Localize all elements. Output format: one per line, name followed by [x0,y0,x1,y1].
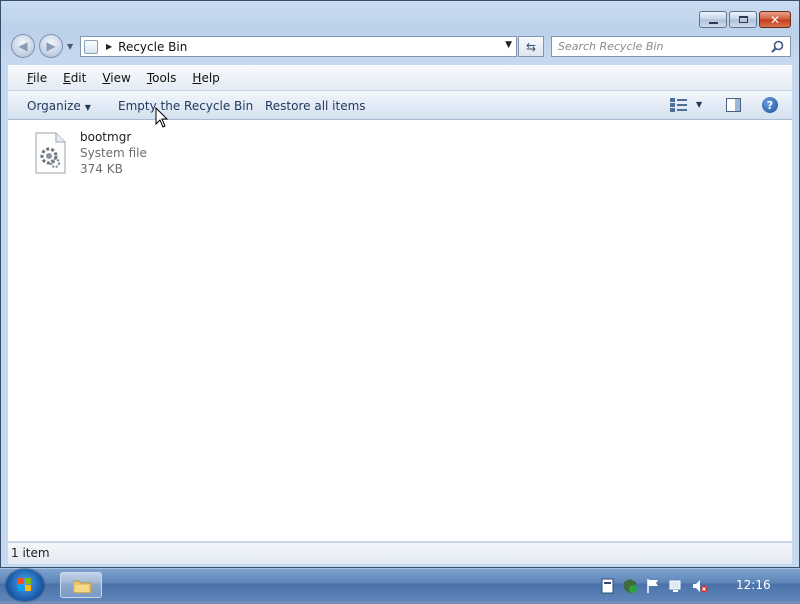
list-item[interactable]: bootmgr System file 374 KB [32,128,202,180]
menu-view[interactable]: View [102,71,130,85]
keyboard-language-icon[interactable] [600,578,616,594]
clock[interactable]: 12:16 [736,578,771,592]
forward-arrow-icon: ▶ [46,39,56,53]
search-box[interactable] [551,36,791,57]
menu-file[interactable]: File [27,71,47,85]
taskbar: 12:16 [0,568,800,601]
refresh-icon: ⇆ [525,39,537,54]
maximize-button[interactable] [729,11,757,28]
forward-button[interactable]: ▶ [39,34,63,58]
menu-help[interactable]: Help [192,71,219,85]
minimize-button[interactable] [699,11,727,28]
organize-button[interactable]: Organize ▼ [27,99,91,113]
system-tray: 12:16 [592,569,800,601]
maximize-icon [738,16,748,23]
network-icon[interactable] [668,578,684,594]
start-button[interactable] [6,569,44,601]
empty-recycle-bin-button[interactable]: Empty the Recycle Bin [118,99,253,113]
command-bar: Organize ▼ Empty the Recycle Bin Restore … [8,90,792,120]
address-dropdown-icon[interactable]: ▼ [505,40,512,50]
item-count: 1 item [11,546,50,560]
taskbar-explorer-button[interactable] [60,572,102,598]
refresh-button[interactable]: ⇆ [518,36,544,57]
minimize-icon [708,21,718,24]
help-icon: ? [766,98,774,112]
file-name: bootmgr [80,130,132,144]
security-shield-icon[interactable] [622,578,638,594]
back-button[interactable]: ◀ [11,34,35,58]
menu-edit[interactable]: Edit [63,71,86,85]
address-bar[interactable]: ▶ Recycle Bin ▼ [80,36,517,57]
help-button[interactable]: ? [762,97,778,113]
preview-pane-button[interactable] [726,98,741,112]
volume-muted-icon[interactable] [692,578,708,594]
navigation-bar: ◀ ▶ ▼ ▶ Recycle Bin ▼ ⇆ [1,34,799,60]
back-arrow-icon: ◀ [18,39,28,53]
recent-pages-dropdown[interactable]: ▼ [67,42,73,51]
menu-bar: File Edit View Tools Help [8,65,792,90]
status-bar: 1 item [8,542,792,564]
restore-all-items-button[interactable]: Restore all items [265,99,366,113]
search-icon[interactable] [771,40,784,53]
close-button[interactable]: ✕ [759,11,791,28]
file-list[interactable]: bootmgr System file 374 KB [8,120,792,541]
recycle-bin-icon [84,39,98,54]
chevron-down-icon: ▼ [84,103,91,112]
menu-tools[interactable]: Tools [147,71,177,85]
caption-buttons: ✕ [699,11,791,28]
windows-logo-icon [18,578,31,591]
file-size: 374 KB [80,162,123,176]
action-center-flag-icon[interactable] [645,578,661,594]
folder-icon [73,580,91,593]
explorer-window: ✕ ◀ ▶ ▼ ▶ Recycle Bin ▼ ⇆ File Edit View… [0,0,800,568]
search-input[interactable] [558,38,768,55]
view-options-dropdown-icon[interactable]: ▼ [696,100,702,109]
file-type: System file [80,146,147,160]
breadcrumb-recycle-bin[interactable]: Recycle Bin [118,40,187,54]
system-file-icon [35,132,66,174]
change-view-icon[interactable] [670,98,688,112]
mouse-cursor-icon [155,107,169,128]
close-icon: ✕ [769,12,781,27]
breadcrumb-chevron-icon[interactable]: ▶ [106,42,112,51]
